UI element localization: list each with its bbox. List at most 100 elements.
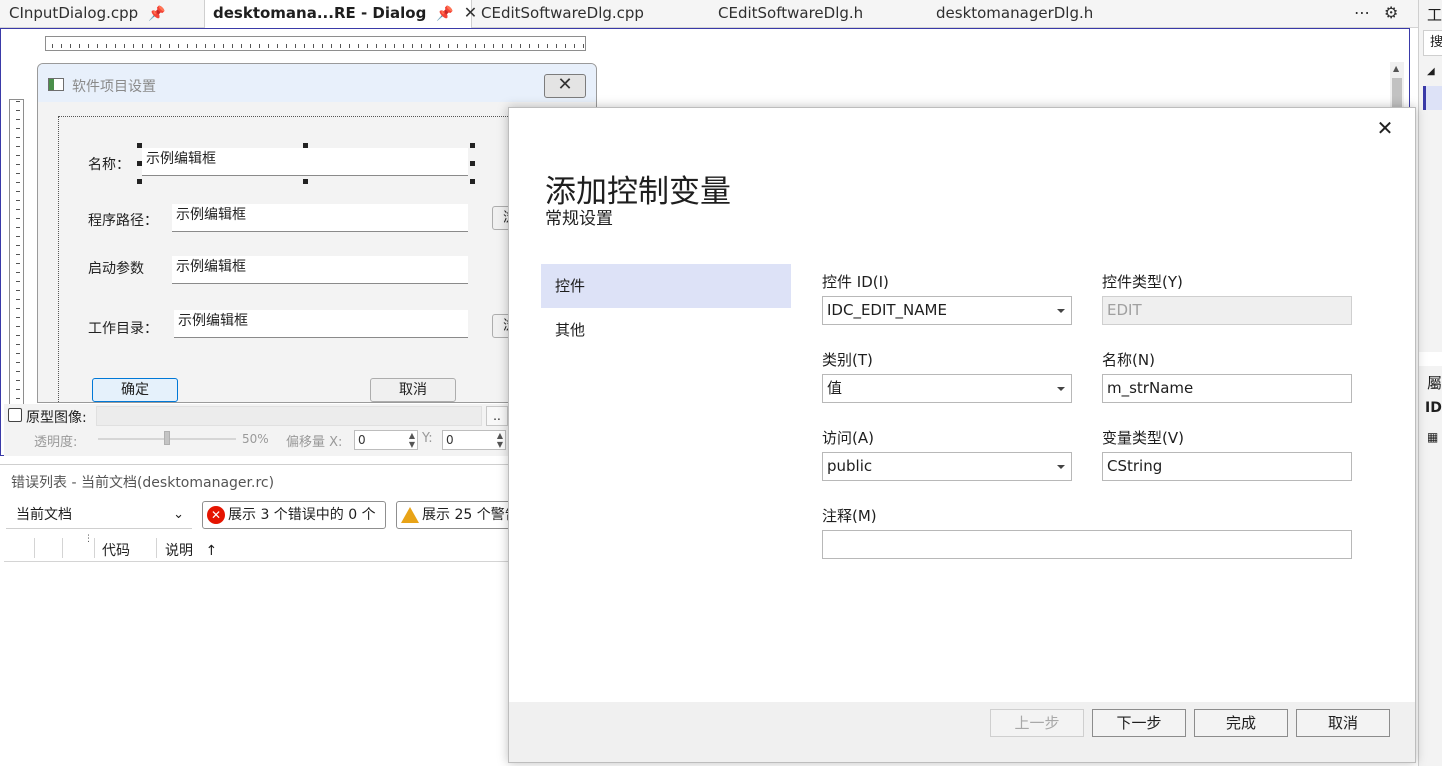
category-value: 值 (827, 379, 843, 397)
close-tab-icon[interactable]: ✕ (464, 3, 477, 22)
error-list-title: 错误列表 - 当前文档(desktomanager.rc) (11, 475, 275, 491)
add-control-variable-dialog: ✕ 添加控制变量 常规设置 控件 其他 控件 ID(I) IDC_EDIT_NA… (508, 107, 1416, 763)
warning-icon (401, 507, 419, 523)
resize-handle[interactable] (137, 161, 142, 166)
tab-dialog-designer[interactable]: desktomana...RE - Dialog 📌 ✕ (204, 0, 477, 28)
finish-button[interactable]: 完成 (1194, 709, 1288, 737)
prototype-image-label: 原型图像: (26, 410, 87, 426)
resize-handle[interactable] (470, 143, 475, 148)
browse-image-button[interactable]: .. (486, 406, 508, 426)
column-divider (94, 538, 95, 558)
expand-triangle-icon[interactable]: ◢ (1427, 66, 1435, 77)
tab-label: desktomana...RE - Dialog (213, 4, 427, 22)
resize-handle[interactable] (470, 179, 475, 184)
variable-type-input[interactable]: CString (1102, 452, 1352, 481)
column-header-description[interactable]: 说明 ↑ (165, 540, 217, 560)
program-path-label: 程序路径： (88, 213, 158, 229)
close-icon[interactable]: ✕ (544, 74, 586, 98)
dropdown-arrow-icon (1057, 309, 1065, 313)
prototype-image-checkbox[interactable] (8, 408, 22, 422)
sort-ascending-icon: ↑ (205, 543, 218, 559)
control-id-dropdown[interactable]: IDC_EDIT_NAME (822, 296, 1072, 325)
opacity-slider-thumb[interactable] (164, 431, 170, 445)
tab-label: CEditSoftwareDlg.cpp (481, 4, 644, 22)
spin-arrows-icon[interactable]: ▲ ▼ (497, 431, 503, 449)
filter-icon[interactable]: ⋮ (84, 534, 93, 544)
tab-cinputdialog-cpp[interactable]: CInputDialog.cpp 📌 (0, 0, 204, 28)
categorized-view-icon[interactable]: ▦ (1427, 430, 1438, 444)
name-input[interactable]: m_strName (1102, 374, 1352, 403)
category-label: 类别(T) (822, 351, 873, 369)
pin-icon[interactable]: 📌 (148, 6, 165, 22)
comment-input[interactable] (822, 530, 1352, 559)
toolbox-selected-item[interactable] (1423, 86, 1442, 110)
offset-y-label: Y: (422, 431, 433, 446)
access-value: public (827, 457, 873, 475)
properties-panel-label[interactable]: 屬 (1427, 372, 1442, 393)
ok-button[interactable]: 确定 (92, 378, 178, 402)
scope-value: 当前文档 (16, 507, 72, 523)
toolbox-panel-label[interactable]: 工 (1427, 4, 1442, 25)
variable-type-label: 变量类型(V) (1102, 429, 1184, 447)
tab-ceditsoftwaredlg-h[interactable]: CEditSoftwareDlg.h (718, 0, 928, 28)
scroll-up-arrow-icon[interactable]: ▲ (1393, 64, 1399, 73)
error-list-panel: 错误列表 - 当前文档(desktomanager.rc) 当前文档 ⌄ ✕ 展示 … (0, 464, 526, 766)
opacity-label: 透明度: (34, 435, 78, 450)
column-divider (34, 538, 35, 558)
toolbox-search-input[interactable]: 搜 (1423, 30, 1442, 56)
scrollbar-thumb[interactable] (1392, 78, 1402, 108)
program-path-edit-box[interactable]: 示例编辑框 (172, 204, 468, 232)
resize-handle[interactable] (303, 179, 308, 184)
dropdown-arrow-icon (1057, 387, 1065, 391)
panel-separator (1419, 352, 1442, 366)
next-button[interactable]: 下一步 (1092, 709, 1186, 737)
control-type-field: EDIT (1102, 296, 1352, 325)
prototype-image-path-field[interactable] (96, 406, 482, 426)
previous-button[interactable]: 上一步 (990, 709, 1084, 737)
control-id-value: IDC_EDIT_NAME (827, 301, 947, 319)
cancel-button[interactable]: 取消 (370, 378, 456, 402)
cancel-button[interactable]: 取消 (1296, 709, 1390, 737)
column-header-code[interactable]: 代码 (102, 540, 130, 560)
comment-label: 注释(M) (822, 507, 877, 525)
offset-y-value: 0 (446, 433, 454, 447)
name-label: 名称： (88, 157, 130, 173)
resize-handle[interactable] (137, 179, 142, 184)
tab-desktomanagerdlg-h[interactable]: desktomanagerDlg.h (936, 0, 1156, 28)
offset-label: 偏移量 X: (286, 431, 342, 450)
launch-args-edit-box[interactable]: 示例编辑框 (172, 256, 468, 284)
work-dir-label: 工作目录： (88, 321, 158, 337)
offset-y-spinner[interactable]: 0 ▲ ▼ (442, 430, 506, 450)
resize-handle[interactable] (137, 143, 142, 148)
chevron-down-icon: ⌄ (173, 507, 184, 522)
name-edit-box[interactable]: 示例编辑框 (142, 148, 468, 176)
offset-x-value: 0 (358, 433, 366, 447)
show-warnings-toggle[interactable]: 展示 25 个警告 (396, 501, 526, 529)
description-label: 说明 (165, 543, 193, 559)
right-side-panel: 工 搜 ◢ 屬 ID ▦ (1418, 0, 1442, 766)
error-list-header: ⋮ 代码 说明 ↑ (4, 534, 509, 562)
tab-ceditsoftwaredlg-cpp[interactable]: CEditSoftwareDlg.cpp (481, 0, 711, 28)
access-dropdown[interactable]: public (822, 452, 1072, 481)
offset-x-label: X: (329, 435, 343, 450)
settings-gear-icon[interactable]: ⚙ (1384, 0, 1404, 28)
scope-dropdown[interactable]: 当前文档 ⌄ (6, 501, 192, 529)
spin-arrows-icon[interactable]: ▲ ▼ (409, 431, 415, 449)
work-dir-edit-box[interactable]: 示例编辑框 (174, 310, 468, 338)
more-tabs-icon[interactable]: ⋯ (1354, 0, 1374, 28)
nav-item-control[interactable]: 控件 (541, 264, 791, 308)
show-errors-toggle[interactable]: ✕ 展示 3 个错误中的 0 个 (202, 501, 386, 529)
horizontal-ruler (45, 36, 586, 51)
offset-x-spinner[interactable]: 0 ▲ ▼ (354, 430, 418, 450)
resize-handle[interactable] (470, 161, 475, 166)
prototype-image-toolbar: 原型图像: .. 透明度: 50% 偏移量 X: 0 ▲ ▼ Y: 0 ▲ ▼ (4, 404, 509, 456)
close-icon[interactable]: ✕ (1375, 118, 1395, 138)
pin-icon[interactable]: 📌 (436, 6, 453, 22)
resize-handle[interactable] (303, 143, 308, 148)
offset-text: 偏移量 (286, 435, 326, 450)
nav-item-other[interactable]: 其他 (541, 308, 791, 352)
category-dropdown[interactable]: 值 (822, 374, 1072, 403)
error-icon: ✕ (207, 506, 225, 524)
designed-dialog-titlebar: 软件项目设置 ✕ (38, 64, 596, 102)
dialog-subtitle: 常规设置 (545, 209, 613, 229)
